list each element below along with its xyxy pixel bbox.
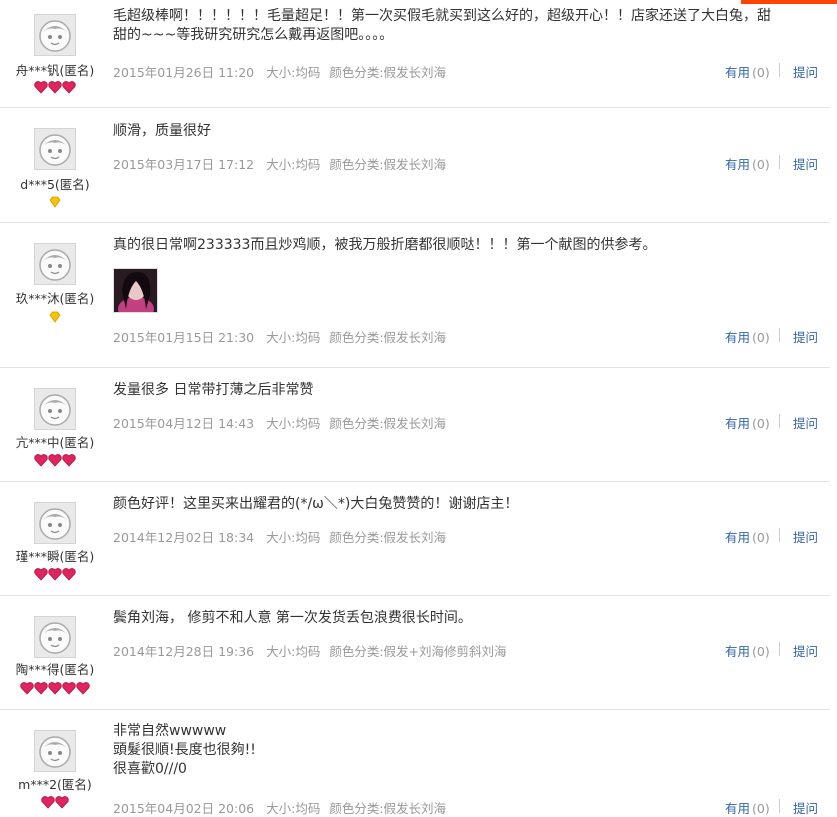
ask-question-link[interactable]: 提问 — [793, 327, 818, 346]
avatar[interactable] — [34, 730, 76, 772]
avatar[interactable] — [34, 502, 76, 544]
username[interactable]: d***5(匿名) — [0, 174, 110, 193]
review-item: 瑾***瞬(匿名) 颜色好评！这里买来出耀君的(*/ω＼*)大白兔赞赞的！谢谢店… — [0, 482, 830, 596]
useful-count: (0) — [752, 157, 770, 172]
review-date: 2015年03月17日 17:12 — [113, 157, 255, 172]
review-meta: 2015年03月17日 17:12 大小:均码 颜色分类:假发长刘海 — [113, 154, 455, 173]
avatar[interactable] — [34, 14, 76, 56]
review-date: 2015年04月12日 14:43 — [113, 416, 255, 431]
ask-question-link[interactable]: 提问 — [793, 413, 818, 432]
username[interactable]: 玖***沐(匿名) — [0, 288, 110, 307]
review-date: 2015年01月15日 21:30 — [113, 330, 255, 345]
ask-question-link[interactable]: 提问 — [793, 641, 818, 660]
ask-question-link[interactable]: 提问 — [793, 154, 818, 173]
review-text: 颜色好评！这里买来出耀君的(*/ω＼*)大白兔赞赞的！谢谢店主！ — [113, 496, 519, 512]
heart-badge-icon — [0, 682, 110, 696]
review-meta: 2015年01月15日 21:30 大小:均码 颜色分类:假发长刘海 — [113, 327, 455, 346]
review-item: 舟***钒(匿名) 毛超级棒啊！！！！！！毛量超足！！第一次买假毛就买到这么好的… — [0, 0, 830, 108]
avatar[interactable] — [34, 243, 76, 285]
size-spec: 大小:均码 — [266, 157, 321, 172]
action-divider — [779, 155, 780, 169]
review-meta: 2015年04月12日 14:43 大小:均码 颜色分类:假发长刘海 — [113, 413, 455, 432]
review-date: 2014年12月28日 19:36 — [113, 644, 255, 659]
ask-question-link[interactable]: 提问 — [793, 62, 818, 81]
username[interactable]: m***2(匿名) — [0, 774, 110, 793]
review-text: 真的很日常啊233333而且炒鸡顺，被我万般折磨都很顺哒！！！第一个献图的供参考… — [113, 237, 657, 253]
useful-count: (0) — [752, 801, 770, 816]
default-avatar-icon — [39, 394, 71, 426]
color-spec: 颜色分类:假发长刘海 — [329, 157, 447, 172]
color-spec: 颜色分类:假发长刘海 — [329, 530, 447, 545]
default-avatar-icon — [39, 736, 71, 768]
useful-button[interactable]: 有用 (0) — [725, 154, 770, 173]
review-item: d***5(匿名) 顺滑，质量很好 2015年03月17日 17:12 大小:均码… — [0, 108, 830, 223]
action-divider — [779, 328, 780, 342]
diamond-badge-icon — [0, 196, 110, 210]
review-item: 亢***中(匿名) 发量很多 日常带打薄之后非常赞 2015年04月12日 14… — [0, 368, 830, 482]
default-avatar-icon — [39, 134, 71, 166]
review-date: 2015年01月26日 11:20 — [113, 65, 255, 80]
action-divider — [779, 63, 780, 77]
useful-count: (0) — [752, 330, 770, 345]
useful-count: (0) — [752, 644, 770, 659]
color-spec: 颜色分类:假发长刘海 — [329, 330, 447, 345]
review-photo-thumbnail[interactable] — [113, 268, 158, 313]
review-text: 发量很多 日常带打薄之后非常赞 — [113, 382, 314, 398]
color-spec: 颜色分类:假发+刘海修剪斜刘海 — [329, 644, 507, 659]
useful-button[interactable]: 有用 (0) — [725, 327, 770, 346]
default-avatar-icon — [39, 622, 71, 654]
default-avatar-icon — [39, 20, 71, 52]
useful-button[interactable]: 有用 (0) — [725, 62, 770, 81]
default-avatar-icon — [39, 508, 71, 540]
action-divider — [779, 799, 780, 813]
review-meta: 2014年12月28日 19:36 大小:均码 颜色分类:假发+刘海修剪斜刘海 — [113, 641, 516, 660]
review-text: 毛超级棒啊！！！！！！毛量超足！！第一次买假毛就买到这么好的，超级开心！！店家还… — [113, 8, 771, 43]
heart-badge-icon — [0, 454, 110, 468]
useful-count: (0) — [752, 530, 770, 545]
size-spec: 大小:均码 — [266, 530, 321, 545]
ask-question-link[interactable]: 提问 — [793, 527, 818, 546]
size-spec: 大小:均码 — [266, 644, 321, 659]
username[interactable]: 舟***钒(匿名) — [0, 60, 110, 79]
heart-badge-icon — [0, 568, 110, 582]
action-divider — [779, 528, 780, 542]
useful-button[interactable]: 有用 (0) — [725, 527, 770, 546]
username[interactable]: 瑾***瞬(匿名) — [0, 546, 110, 565]
username[interactable]: 亢***中(匿名) — [0, 432, 110, 451]
useful-button[interactable]: 有用 (0) — [725, 641, 770, 660]
size-spec: 大小:均码 — [266, 65, 321, 80]
size-spec: 大小:均码 — [266, 801, 321, 816]
avatar[interactable] — [34, 128, 76, 170]
size-spec: 大小:均码 — [266, 416, 321, 431]
useful-count: (0) — [752, 65, 770, 80]
color-spec: 颜色分类:假发长刘海 — [329, 801, 447, 816]
color-spec: 颜色分类:假发长刘海 — [329, 416, 447, 431]
avatar[interactable] — [34, 388, 76, 430]
avatar[interactable] — [34, 616, 76, 658]
useful-button[interactable]: 有用 (0) — [725, 413, 770, 432]
default-avatar-icon — [39, 249, 71, 281]
username[interactable]: 陶***得(匿名) — [0, 659, 110, 678]
review-item: m***2(匿名) 非常自然wwwww 頭髮很順!長度也很夠!! 很喜歡0///… — [0, 710, 830, 816]
action-divider — [779, 642, 780, 656]
review-text: 顺滑，质量很好 — [113, 123, 211, 139]
action-divider — [779, 414, 780, 428]
review-meta: 2015年01月26日 11:20 大小:均码 颜色分类:假发长刘海 — [113, 62, 455, 81]
review-date: 2014年12月02日 18:34 — [113, 530, 255, 545]
review-text: 鬓角刘海， 修剪不和人意 第一次发货丢包浪费很长时间。 — [113, 610, 472, 626]
review-meta: 2014年12月02日 18:34 大小:均码 颜色分类:假发长刘海 — [113, 527, 455, 546]
diamond-badge-icon — [0, 311, 110, 325]
review-date: 2015年04月02日 20:06 — [113, 801, 255, 816]
useful-count: (0) — [752, 416, 770, 431]
size-spec: 大小:均码 — [266, 330, 321, 345]
heart-badge-icon — [0, 81, 110, 95]
review-text: 非常自然wwwww 頭髮很順!長度也很夠!! 很喜歡0///0 — [113, 723, 256, 777]
color-spec: 颜色分类:假发长刘海 — [329, 65, 447, 80]
review-item: 陶***得(匿名) 鬓角刘海， 修剪不和人意 第一次发货丢包浪费很长时间。 20… — [0, 596, 830, 710]
